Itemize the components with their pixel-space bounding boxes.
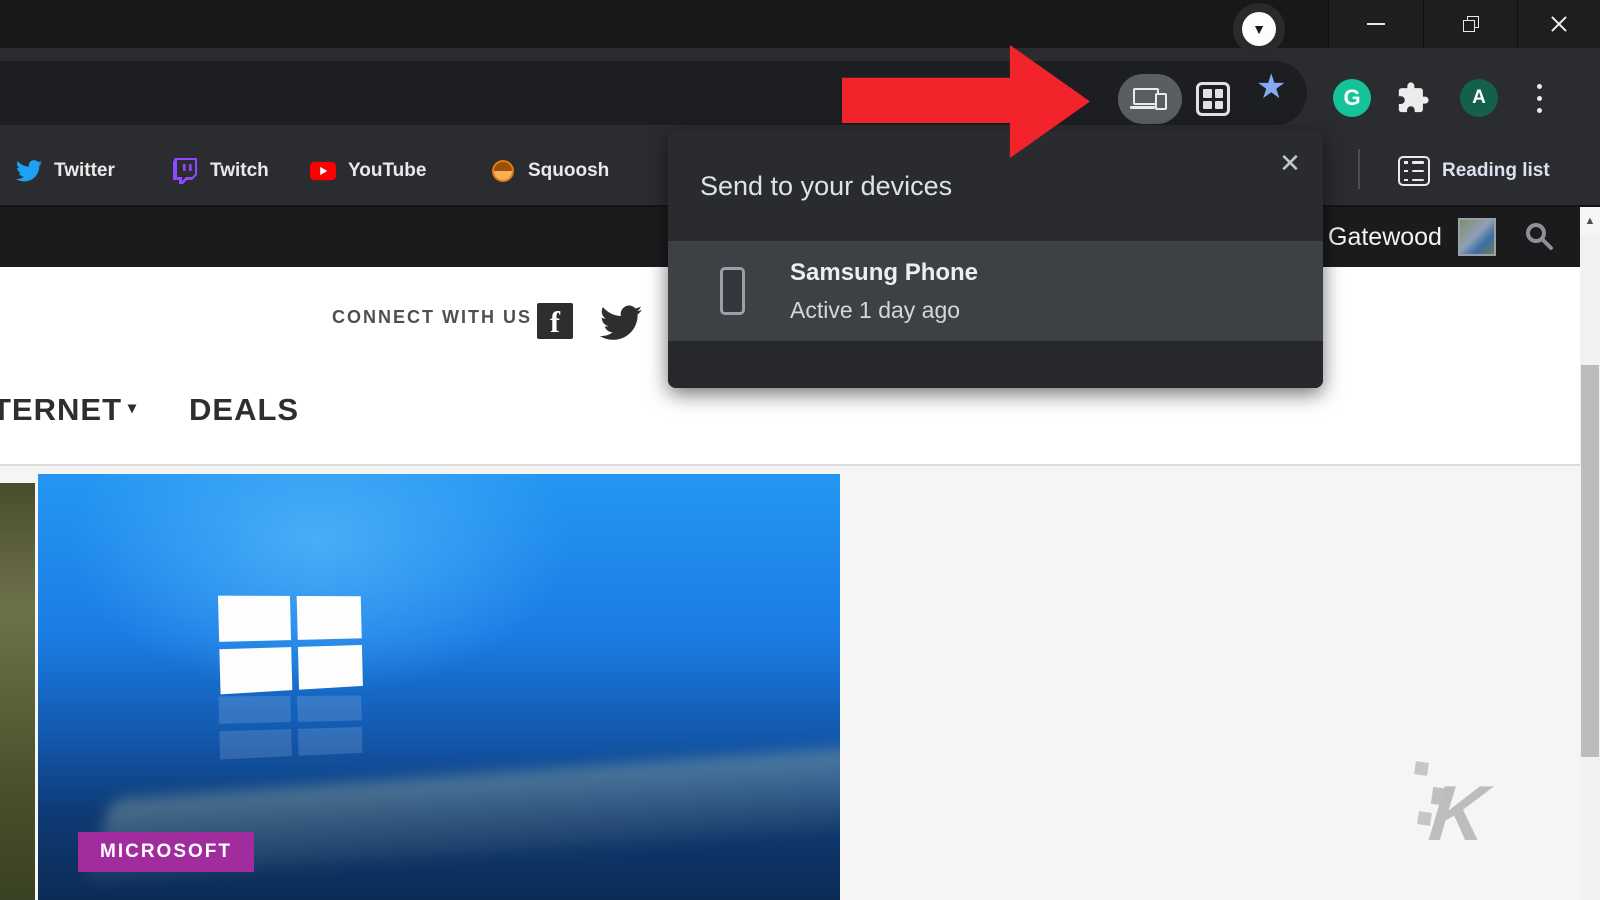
device-row[interactable]: Samsung Phone Active 1 day ago [668,241,1323,341]
site-user-name[interactable]: Gatewood [1328,223,1442,252]
minimize-icon [1367,23,1385,25]
device-name: Samsung Phone [790,259,978,287]
reading-list-icon [1398,156,1430,186]
bookmark-star-icon[interactable]: ★ [1256,70,1286,104]
page-scrollbar[interactable]: ▲ [1580,207,1600,900]
restore-button[interactable] [1423,0,1518,48]
bookmark-twitter[interactable]: Twitter [16,149,115,193]
tab-search-button[interactable]: ▼ [1233,3,1285,55]
knowtechie-watermark: K [1380,740,1520,860]
bookmarks-divider [1358,149,1360,189]
popup-close-button[interactable]: ✕ [1274,147,1306,179]
left-article-thumbnail[interactable] [0,483,35,900]
connect-with-us-label: CONNECT WITH US [332,307,532,328]
address-bar[interactable] [0,61,1307,125]
close-window-button[interactable] [1517,0,1600,48]
grammarly-extension-icon[interactable]: G [1333,79,1371,117]
reading-list-button[interactable]: Reading list [1398,149,1550,193]
nav-item-internet[interactable]: TERNET [0,392,122,428]
minimize-button[interactable] [1328,0,1423,48]
scrollbar-up-arrow[interactable]: ▲ [1580,207,1600,235]
site-search-icon[interactable] [1523,220,1555,252]
bookmark-twitch[interactable]: Twitch [172,149,269,193]
close-icon [1550,15,1568,33]
section-divider [0,464,1580,466]
bookmark-label: Twitch [210,160,269,182]
chrome-menu-button[interactable] [1537,84,1542,120]
chevron-down-icon: ▼ [1242,12,1276,46]
window-titlebar [0,0,1600,48]
windows-logo-reflection [218,696,362,760]
site-user-avatar[interactable] [1458,218,1496,256]
extensions-puzzle-icon[interactable] [1396,81,1430,115]
popup-footer [668,341,1323,388]
article-hero-image[interactable]: MICROSOFT [38,474,840,900]
squoosh-favicon [490,158,516,184]
youtube-favicon [310,158,336,184]
popup-title: Send to your devices [700,171,952,202]
bookmark-youtube[interactable]: YouTube [310,149,426,193]
profile-avatar[interactable]: A [1460,79,1498,117]
bookmark-squoosh[interactable]: Squoosh [490,149,609,193]
bookmark-label: Twitter [54,160,115,182]
site-nav: TERNET ▾ DEALS [0,392,299,428]
chevron-down-icon: ▾ [128,398,137,428]
bookmark-label: Squoosh [528,160,609,182]
twitter-icon[interactable] [600,305,642,341]
scrollbar-thumb[interactable] [1581,365,1599,757]
category-badge[interactable]: MICROSOFT [78,832,254,872]
phone-icon [720,267,745,315]
popup-header: Send to your devices ✕ [668,131,1323,241]
send-to-devices-popup: Send to your devices ✕ Samsung Phone Act… [668,131,1323,388]
reading-list-label: Reading list [1442,160,1550,182]
bookmark-label: YouTube [348,160,426,182]
twitch-favicon [172,158,198,184]
send-to-devices-button[interactable] [1118,74,1182,124]
restore-icon [1463,16,1479,32]
device-status: Active 1 day ago [790,297,960,324]
windows-logo [218,596,363,695]
facebook-icon[interactable]: f [537,303,573,339]
nav-item-deals[interactable]: DEALS [189,392,299,428]
laptop-phone-icon [1133,87,1167,111]
qr-code-icon[interactable] [1196,82,1230,116]
twitter-favicon [16,158,42,184]
